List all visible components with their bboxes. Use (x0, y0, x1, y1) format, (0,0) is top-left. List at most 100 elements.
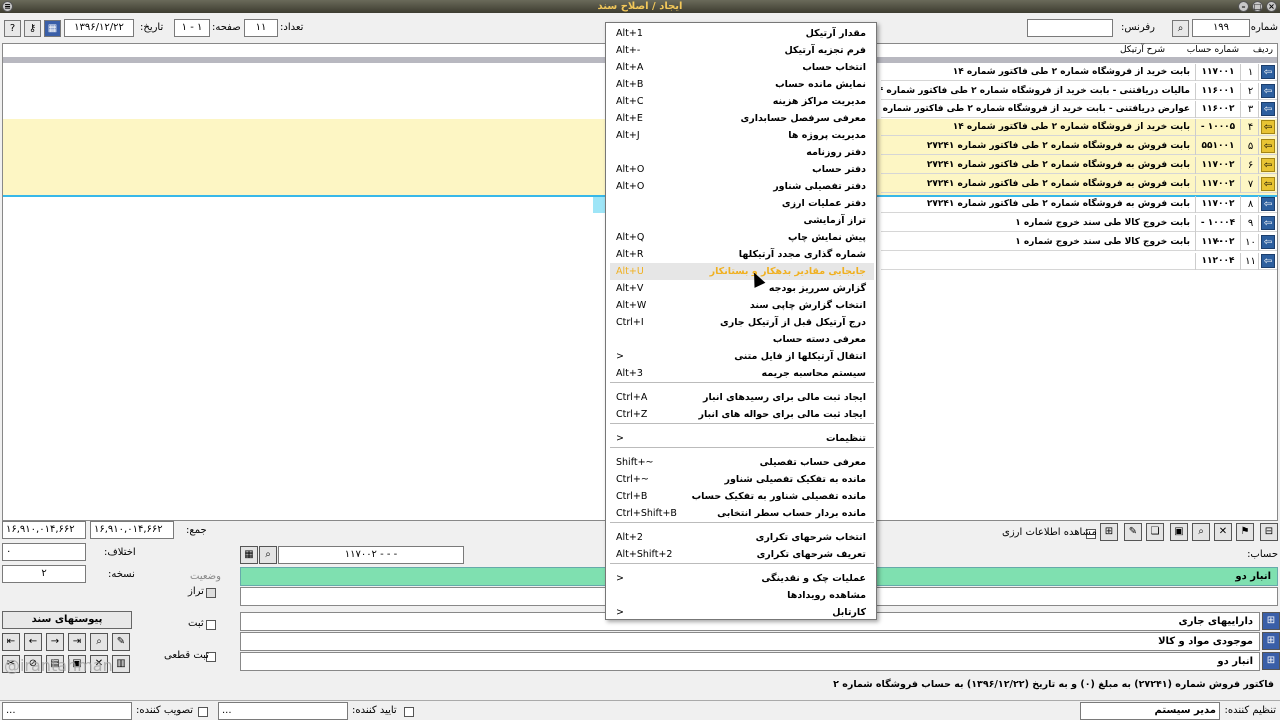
row-description[interactable]: بابت فروش به فروشگاه شماره ۲ طی فاکتور ش… (881, 138, 1193, 155)
grid-tool-icon-5[interactable]: ⌕ (1192, 523, 1210, 541)
table-row[interactable]: ⇦ ۸ ۱۱۷۰۰۲ بابت فروش به فروشگاه شماره ۲ طی … (881, 196, 1277, 213)
first-record-icon[interactable]: ⇤ (2, 633, 20, 651)
grid-tool-icon-2[interactable]: ✎ (1124, 523, 1142, 541)
row-arrow-icon[interactable]: ⇦ (1261, 235, 1275, 249)
row-description[interactable]: بابت فروش به فروشگاه شماره ۲ طی فاکتور ش… (881, 176, 1193, 193)
row-arrow-icon[interactable]: ⇦ (1261, 120, 1275, 134)
menu-item[interactable]: مانده تفصیلی شناور به تفکیک حساب Ctrl+B (610, 488, 874, 505)
menu-item[interactable]: مانده بردار حساب سطر انتخابی Ctrl+Shift+B (610, 505, 874, 522)
menu-item[interactable]: عملیات چک و نقدینگی > (610, 570, 874, 587)
table-row[interactable]: ⇦ ۲ ۱۱۶۰۰۱ مالیات دریافتنی - بابت خرید از ف… (881, 83, 1277, 100)
row-description[interactable]: بابت خرید از فروشگاه شماره ۲ طی فاکتور ش… (881, 64, 1193, 81)
search-doc-icon[interactable]: ⌕ (1172, 20, 1189, 37)
grid-tool-icon-4[interactable]: ▣ (1170, 523, 1188, 541)
account-code-field[interactable]: ۱۱۷۰۰۲ - - - (278, 546, 464, 564)
menu-item[interactable]: تعریف شرحهای تکراری Alt+Shift+2 (610, 546, 874, 563)
row-description[interactable]: بابت خروج کالا طی سند خروج شماره ۱ (881, 215, 1193, 232)
attachments-button[interactable]: پیوستهای سند (2, 611, 132, 629)
table-row[interactable]: ⇦۴۱۰۰۰۵ - ...بابت خرید از فروشگاه شماره … (881, 119, 1277, 153)
row-arrow-icon[interactable]: ⇦ (1261, 254, 1275, 268)
menu-item[interactable]: معرفی حساب تفصیلی Shift+~ (610, 454, 874, 471)
menu-item[interactable]: مقدار آرتیکل Alt+1 (610, 25, 874, 42)
menu-item[interactable]: ایجاد ثبت مالی برای حواله های انبار Ctrl+… (610, 406, 874, 423)
row-account[interactable]: ۵۵۱۰۰۱ (1195, 138, 1241, 155)
grid-tool-icon-6[interactable]: ✕ (1214, 523, 1232, 541)
menu-item[interactable]: گزارش سرریز بودجه Alt+V (610, 280, 874, 297)
menu-item[interactable]: پیش نمایش چاپ Alt+Q (610, 229, 874, 246)
menu-item[interactable]: دفتر عملیات ارزی (610, 195, 874, 212)
menu-item[interactable]: انتخاب شرحهای تکراری Alt+2 (610, 529, 874, 546)
row-account[interactable]: ۱۱۷۰۰۲ (1195, 157, 1241, 174)
menu-item[interactable]: انتخاب حساب Alt+A (610, 59, 874, 76)
account-tree-icon[interactable]: ▦ (240, 546, 258, 564)
row-account[interactable]: ۱۱۷۰۰۲ (1195, 234, 1241, 251)
system-menu-icon[interactable]: ≡ (2, 1, 13, 12)
key-icon[interactable]: ⚷ (24, 20, 41, 37)
row-account[interactable]: ۱۱۷۰۰۲ (1195, 176, 1241, 193)
grid-tool-icon-3[interactable]: ❏ (1146, 523, 1164, 541)
menu-item[interactable]: درج آرتیکل قبل از آرتیکل جاری Ctrl+I (610, 314, 874, 331)
find-icon[interactable]: ⌕ (90, 633, 108, 651)
row-arrow-icon[interactable]: ⇦ (1261, 102, 1275, 116)
edit-icon[interactable]: ✎ (112, 633, 130, 651)
ref-field[interactable] (1027, 19, 1113, 37)
calendar-icon[interactable]: ▦ (44, 20, 61, 37)
date-field[interactable]: ۱۳۹۶/۱۲/۲۲ (64, 19, 134, 37)
row-description[interactable]: بابت خرید از فروشگاه شماره ۲ طی فاکتور ش… (881, 119, 1193, 136)
prev-record-icon[interactable]: ← (24, 633, 42, 651)
menu-item[interactable]: مانده به تفکیک تفصیلی شناور Ctrl+~ (610, 471, 874, 488)
menu-item[interactable]: شماره گذاری مجدد آرتیکلها Alt+R (610, 246, 874, 263)
grid-tool-icon-1[interactable]: ⊞ (1100, 523, 1118, 541)
menu-item[interactable]: تنظیمات > (610, 430, 874, 447)
row-arrow-icon[interactable]: ⇦ (1261, 177, 1275, 191)
confirm-checkbox[interactable] (404, 707, 414, 717)
table-row[interactable]: ⇦ ۵ ۵۵۱۰۰۱ بابت فروش به فروشگاه شماره ۲ طی … (881, 138, 1277, 155)
menu-item[interactable]: انتخاب گزارش چاپی سند Alt+W (610, 297, 874, 314)
row-account[interactable]: ۱۱۲۰۰۴ (1195, 253, 1241, 270)
table-row[interactable]: ⇦ ۱ ۱۱۷۰۰۱ بابت خرید از فروشگاه شماره ۲ طی … (881, 64, 1277, 81)
row-description[interactable]: عوارض دریافتنی - بابت خرید از فروشگاه شم… (881, 101, 1193, 118)
menu-item[interactable]: فرم تجزیه آرتیکل Alt+- (610, 42, 874, 59)
menu-item[interactable]: معرفی دسته حساب (610, 331, 874, 348)
menu-item[interactable]: دفتر حساب Alt+O (610, 161, 874, 178)
menu-item[interactable]: دفتر روزنامه (610, 144, 874, 161)
tool-icon-6[interactable]: ▥ (112, 655, 130, 673)
doc-number-field[interactable]: ۱۹۹ (1192, 19, 1250, 37)
maximize-button[interactable]: □ (1252, 1, 1263, 12)
menu-item[interactable]: معرفی سرفصل حسابداری Alt+E (610, 110, 874, 127)
row-arrow-icon[interactable]: ⇦ (1261, 65, 1275, 79)
row-arrow-icon[interactable]: ⇦ (1261, 216, 1275, 230)
row-arrow-icon[interactable]: ⇦ (1261, 197, 1275, 211)
next-record-icon[interactable]: → (46, 633, 64, 651)
row-account[interactable]: ۱۱۷۰۰۲ (1195, 196, 1241, 213)
grid-tool-icon-7[interactable]: ⚑ (1236, 523, 1254, 541)
menu-item[interactable]: نمایش مانده حساب Alt+B (610, 76, 874, 93)
menu-item[interactable]: مدیریت پروژه ها Alt+J (610, 127, 874, 144)
row-description[interactable]: بابت فروش به فروشگاه شماره ۲ طی فاکتور ش… (881, 196, 1193, 213)
menu-item[interactable]: مدیریت مراکز هزینه Alt+C (610, 93, 874, 110)
table-row[interactable]: ⇦ ۱۱ ۱۱۲۰۰۴ (881, 253, 1277, 270)
row-arrow-icon[interactable]: ⇦ (1261, 84, 1275, 98)
row-account[interactable]: ۱۱۷۰۰۱ (1195, 64, 1241, 81)
minimize-button[interactable]: – (1238, 1, 1249, 12)
menu-item[interactable]: کارتابل > (610, 604, 874, 621)
account-search-icon[interactable]: ⌕ (259, 546, 277, 564)
grid-tool-icon-8[interactable]: ⊟ (1260, 523, 1278, 541)
menu-item[interactable]: انتقال آرتیکلها از فایل متنی > (610, 348, 874, 365)
menu-item[interactable]: جابجایی مقادیر بدهکار و بستانکار Alt+U (610, 263, 874, 280)
table-row[interactable]: ⇦ ۹ ۱۰۰۰۴ - ... بابت خروج کالا طی سند خروج … (881, 215, 1277, 249)
status-posted-checkbox[interactable] (206, 620, 216, 630)
last-record-icon[interactable]: ⇥ (68, 633, 86, 651)
menu-item[interactable]: مشاهده رویدادها (610, 587, 874, 604)
row-description[interactable]: مالیات دریافتنی - بابت خرید از فروشگاه ش… (881, 83, 1193, 100)
menu-item[interactable]: ایجاد ثبت مالی برای رسیدهای انبار Ctrl+A (610, 389, 874, 406)
row-arrow-icon[interactable]: ⇦ (1261, 139, 1275, 153)
approve-checkbox[interactable] (198, 707, 208, 717)
row-description[interactable]: بابت فروش به فروشگاه شماره ۲ طی فاکتور ش… (881, 157, 1193, 174)
menu-item[interactable]: دفتر تفصیلی شناور Alt+O (610, 178, 874, 195)
menu-item[interactable]: سیستم محاسبه جریمه Alt+3 (610, 365, 874, 382)
copies-field[interactable]: ۲ (2, 565, 86, 583)
table-row[interactable]: ⇦ ۳ ۱۱۶۰۰۲ عوارض دریافتنی - بابت خرید از فر… (881, 101, 1277, 118)
menu-item[interactable]: تراز آزمایشی (610, 212, 874, 229)
table-row[interactable]: ⇦ ۱۰ ۱۱۷۰۰۲ بابت خروج کالا طی سند خروج شمار… (881, 234, 1277, 251)
